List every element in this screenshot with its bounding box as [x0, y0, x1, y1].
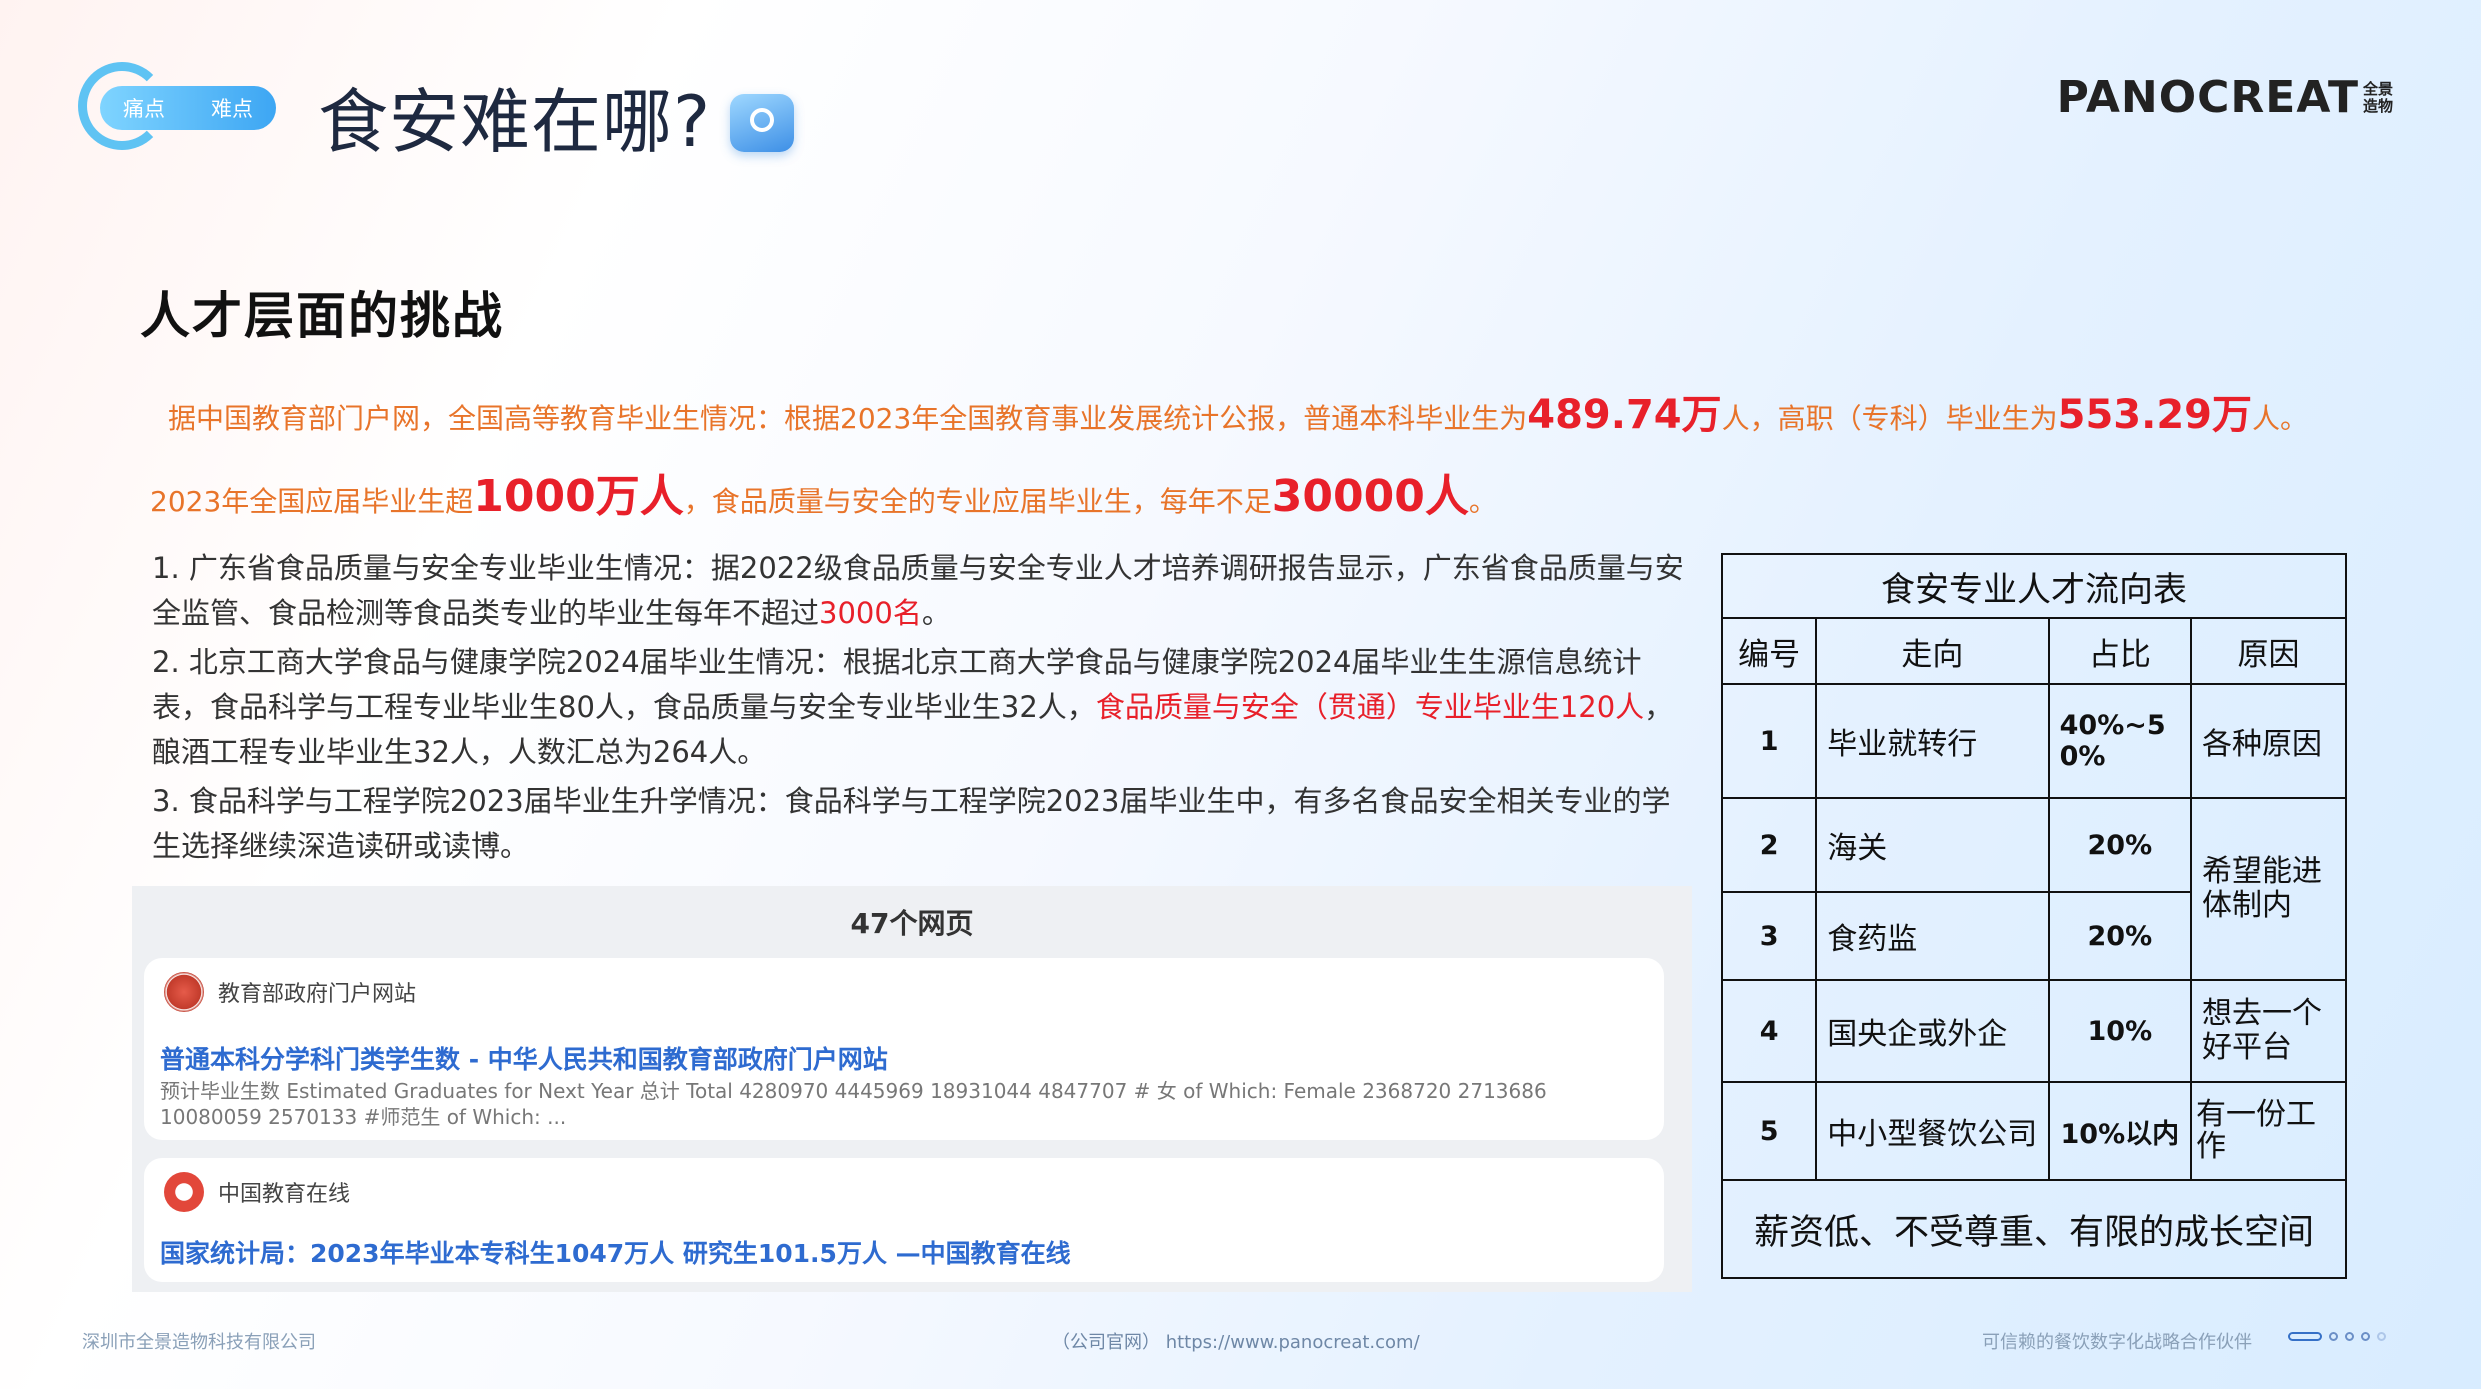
findings-list: 1. 广东省食品质量与安全专业毕业生情况：据2022级食品质量与安全专业人才培养… — [152, 546, 1692, 873]
emblem-icon — [164, 972, 204, 1012]
table-row: 2 海关 20% 希望能进体制内 — [1720, 797, 2347, 981]
table-caption: 食安专业人才流向表 — [1721, 553, 2347, 619]
page-indicator-dot — [2361, 1332, 2370, 1341]
table-row: 4 国央企或外企 10% 想去一个好平台 — [1720, 979, 2347, 1083]
row-reason: 有一份工作 — [2190, 1081, 2347, 1181]
finding-item: 1. 广东省食品质量与安全专业毕业生情况：据2022级食品质量与安全专业人才培养… — [152, 546, 1692, 636]
finding-text: 。 — [921, 596, 951, 630]
result-source: 中国教育在线 — [164, 1172, 350, 1212]
result-source: 教育部政府门户网站 — [164, 972, 416, 1012]
row-direction: 食药监 — [1815, 891, 2050, 981]
row-direction: 毕业就转行 — [1815, 683, 2050, 799]
finding-item: 2. 北京工商大学食品与健康学院2024届毕业生情况：根据北京工商大学食品与健康… — [152, 640, 1692, 775]
column-header: 编号 — [1720, 617, 1818, 685]
footer-website-link[interactable]: （公司官网） https://www.panocreat.com/ — [1052, 1328, 1420, 1354]
row-percent: 40%~50% — [2047, 683, 2193, 799]
row-percent: 10%以内 — [2047, 1081, 2193, 1181]
summary-line-1: 据中国教育部门户网，全国高等教育毕业生情况：根据2023年全国教育事业发展统计公… — [168, 382, 2308, 440]
page-indicator-active — [2288, 1332, 2322, 1341]
row-reason: 希望能进体制内 — [2190, 797, 2347, 981]
page-title: 食安难在哪? — [318, 81, 712, 163]
page-indicator-dot — [2345, 1332, 2354, 1341]
result-title-link[interactable]: 国家统计局：2023年毕业本专科生1047万人 研究生101.5万人 —中国教育… — [160, 1234, 1071, 1270]
summary-text: ，食品质量与安全的专业应届毕业生，每年不足 — [683, 485, 1272, 518]
logo-wordmark: PANOCREAT — [2056, 72, 2359, 123]
section-heading: 人才层面的挑战 — [140, 287, 504, 345]
row-direction: 海关 — [1815, 797, 2050, 893]
table-footer-note: 薪资低、不受尊重、有限的成长空间 — [1721, 1179, 2347, 1279]
row-number: 1 — [1720, 683, 1818, 799]
result-source-name: 教育部政府门户网站 — [218, 982, 417, 1007]
result-source-name: 中国教育在线 — [218, 1182, 351, 1207]
table-row: 5 中小型餐饮公司 10%以内 有一份工作 — [1720, 1081, 2347, 1181]
badge-pill: 痛点 难点 — [100, 86, 276, 130]
compass-icon — [730, 94, 794, 152]
summary-text: 2023年全国应届毕业生超 — [150, 485, 474, 518]
summary-text: 人。 — [2252, 402, 2309, 435]
footer-slogan: 可信赖的餐饮数字化战略合作伙伴 — [1982, 1332, 2252, 1353]
search-result-card[interactable]: 教育部政府门户网站 普通本科分学科门类学生数 - 中华人民共和国教育部政府门户网… — [144, 958, 1664, 1140]
web-results-count: 47个网页 — [850, 907, 974, 940]
row-number: 3 — [1720, 891, 1818, 981]
summary-text: 人，高职（专科）毕业生为 — [1721, 402, 2058, 435]
row-number: 4 — [1720, 979, 1818, 1083]
logo-subtitle: 全景造物 — [2363, 79, 2394, 115]
row-number: 2 — [1720, 797, 1818, 893]
finding-highlight: 3000名 — [819, 596, 922, 630]
column-header: 走向 — [1815, 617, 2050, 685]
footer-company: 深圳市全景造物科技有限公司 — [82, 1332, 316, 1353]
page-indicator-dot — [2377, 1332, 2386, 1341]
row-percent: 20% — [2047, 797, 2193, 893]
brand-logo: PANOCREAT 全景造物 — [2057, 72, 2405, 123]
table-header-row: 编号 走向 占比 原因 — [1720, 617, 2347, 685]
highlight-number: 489.74万 — [1527, 392, 1722, 438]
talent-flow-table: 食安专业人才流向表 编号 走向 占比 原因 1 毕业就转行 40%~50% 各种… — [1720, 553, 2347, 1279]
badge-label-right: 难点 — [211, 97, 253, 121]
web-results-panel: 47个网页 教育部政府门户网站 普通本科分学科门类学生数 - 中华人民共和国教育… — [132, 886, 1692, 1292]
row-direction: 中小型餐饮公司 — [1815, 1081, 2050, 1181]
highlight-number: 30000人 — [1271, 471, 1469, 522]
section-badge: 痛点 难点 — [78, 62, 278, 156]
highlight-number: 1000万人 — [473, 471, 684, 522]
page-indicator-dot — [2329, 1332, 2338, 1341]
result-snippet: 预计毕业生数 Estimated Graduates for Next Year… — [160, 1079, 1547, 1129]
finding-highlight: 食品质量与安全（贯通）专业毕业生120人 — [1095, 690, 1645, 724]
row-percent: 20% — [2047, 891, 2193, 981]
column-header: 原因 — [2190, 617, 2347, 685]
summary-text: 。 — [1468, 485, 1497, 518]
search-result-card[interactable]: 中国教育在线 国家统计局：2023年毕业本专科生1047万人 研究生101.5万… — [144, 1158, 1664, 1282]
highlight-number: 553.29万 — [2057, 392, 2252, 438]
table-row: 1 毕业就转行 40%~50% 各种原因 — [1720, 683, 2347, 799]
site-logo-icon — [164, 1172, 204, 1212]
result-title-link[interactable]: 普通本科分学科门类学生数 - 中华人民共和国教育部政府门户网站 — [160, 1040, 888, 1076]
summary-text: 据中国教育部门户网，全国高等教育毕业生情况：根据2023年全国教育事业发展统计公… — [168, 402, 1528, 435]
row-percent: 10% — [2047, 979, 2193, 1083]
row-number: 5 — [1720, 1081, 1818, 1181]
row-direction: 国央企或外企 — [1815, 979, 2050, 1083]
row-reason: 各种原因 — [2190, 683, 2347, 799]
summary-line-2: 2023年全国应届毕业生超1000万人，食品质量与安全的专业应届毕业生，每年不足… — [150, 460, 1497, 524]
finding-item: 3. 食品科学与工程学院2023届毕业生升学情况：食品科学与工程学院2023届毕… — [152, 784, 1671, 863]
badge-label-left: 痛点 — [123, 97, 165, 121]
page-indicator — [2288, 1332, 2386, 1341]
column-header: 占比 — [2047, 617, 2193, 685]
row-reason: 想去一个好平台 — [2190, 979, 2347, 1083]
